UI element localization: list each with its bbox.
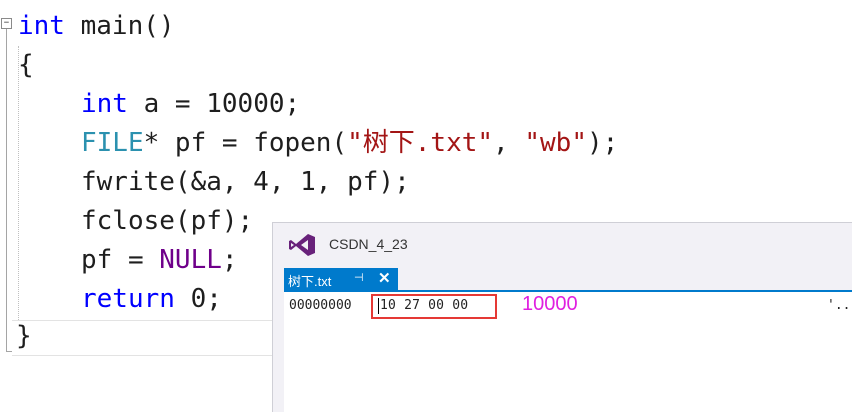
code-token: NULL xyxy=(159,245,222,275)
code-token: main() xyxy=(64,11,175,41)
code-token: a = 10000; xyxy=(127,89,301,119)
code-token: pf = xyxy=(81,245,160,275)
code-token: 0; xyxy=(174,284,222,314)
highlight-box xyxy=(371,294,497,319)
hex-offset: 00000000 xyxy=(289,298,352,313)
code-token: "树下.txt" xyxy=(347,128,494,158)
code-line-3[interactable]: int a = 10000; xyxy=(81,89,300,119)
code-token: * pf = fopen( xyxy=(143,128,348,158)
code-line-8[interactable]: return 0; xyxy=(81,284,222,314)
scope-guide xyxy=(18,46,20,320)
visual-studio-logo-icon xyxy=(289,234,315,256)
hex-content[interactable]: 00000000 10 27 00 00 10000 '.. xyxy=(284,292,852,412)
code-line-9[interactable]: } xyxy=(16,321,32,351)
code-token: ; xyxy=(221,245,238,275)
code-line-5[interactable]: fwrite(&a, 4, 1, pf); xyxy=(81,167,410,197)
code-line-6[interactable]: fclose(pf); xyxy=(81,206,253,236)
code-token: , xyxy=(493,128,525,158)
tab-shuxia-txt[interactable]: 树下.txt ⊣ ✕ xyxy=(284,268,398,290)
code-token: ); xyxy=(586,128,619,158)
code-line-7[interactable]: pf = NULL; xyxy=(81,245,238,275)
code-line-4[interactable]: FILE* pf = fopen("树下.txt", "wb"); xyxy=(81,128,618,158)
code-token: fclose(pf); xyxy=(81,206,254,236)
current-line-highlight xyxy=(12,320,282,356)
code-token: return xyxy=(81,284,175,314)
code-token: "wb" xyxy=(524,128,587,158)
code-token: FILE xyxy=(81,128,144,158)
fold-toggle-icon[interactable]: − xyxy=(1,18,12,29)
code-token: } xyxy=(16,321,32,351)
code-token: int xyxy=(81,89,128,119)
code-token: fwrite(&a, 4, 1, pf); xyxy=(81,167,410,197)
code-line-2[interactable]: { xyxy=(18,50,34,80)
code-token: { xyxy=(18,50,34,80)
hex-ascii: '.. xyxy=(827,298,851,313)
code-token: int xyxy=(18,11,65,41)
fold-guide xyxy=(6,29,7,352)
annotation-label: 10000 xyxy=(522,293,578,315)
window-title: CSDN_4_23 xyxy=(329,236,408,252)
code-line-1[interactable]: int main() xyxy=(18,11,175,41)
tab-label: 树下.txt xyxy=(288,274,332,289)
close-icon[interactable]: ✕ xyxy=(378,269,391,287)
hex-editor-window[interactable]: CSDN_4_23 树下.txt ⊣ ✕ 00000000 10 27 00 0… xyxy=(272,222,852,412)
pin-icon[interactable]: ⊣ xyxy=(354,271,364,284)
